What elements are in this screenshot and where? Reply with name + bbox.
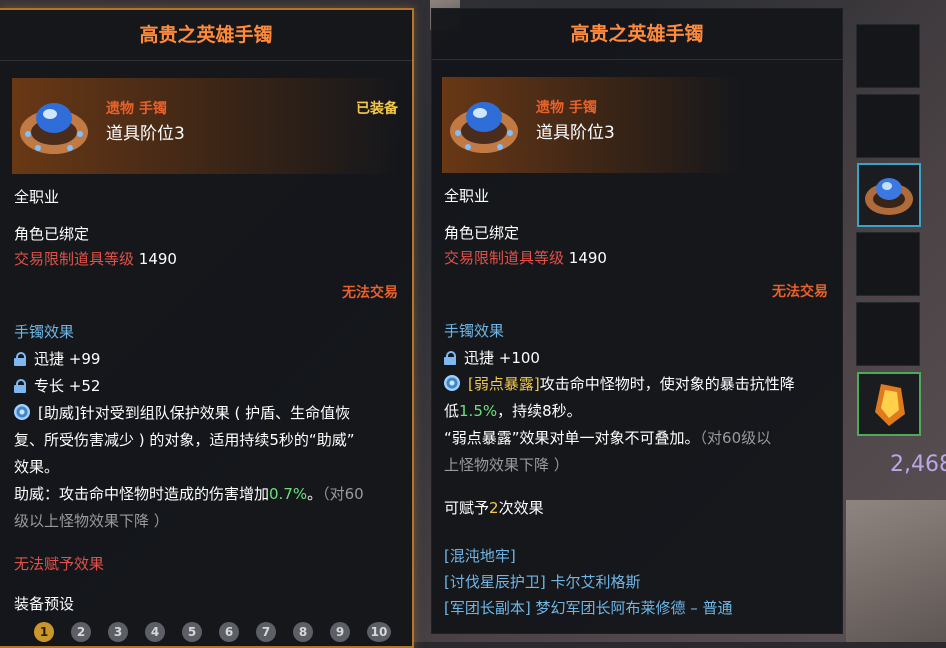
effect-swirl-icon [14,404,30,420]
trade-level-label: 交易限制道具等级 [444,249,565,267]
lock-icon [14,379,26,393]
bracelet-icon [450,102,518,153]
stat-line: 迅捷 +99 [14,348,100,369]
stat-text: 专长 +52 [34,377,101,395]
stat-line: 迅捷 +100 [444,347,540,368]
bracelet-icon [20,103,88,154]
lock-icon [14,352,26,366]
bound-status: 角色已绑定 [444,224,520,242]
trade-level-value: 1490 [138,250,177,268]
compare-item-tooltip: 高贵之英雄手镯 遗物 手镯 道具阶位3 全职业 角色已绑定 交易限制道具等级 1… [431,8,843,634]
no-enchant-label: 无法赋予效果 [14,555,105,573]
preset-button[interactable]: 1 [34,622,54,642]
trade-level: 交易限制道具等级 1490 [14,248,177,269]
bracelet-slot[interactable] [857,163,921,227]
source-link[interactable]: [军团长副本] 梦幻军团长阿布莱修德 – 普通 [444,597,733,618]
inventory-slot[interactable] [856,232,920,296]
class-requirement: 全职业 [14,188,60,206]
source-link[interactable]: [讨伐星辰护卫] 卡尔艾利格斯 [444,571,640,592]
preset-button[interactable]: 4 [145,622,165,642]
preset-button[interactable]: 10 [367,622,391,642]
bracelet-icon [865,178,913,215]
enchant-count: 可赋予2次效果 [444,499,544,517]
crystal-icon [875,384,905,426]
untradeable-label: 无法交易 [342,285,398,301]
effect-header: 手镯效果 [444,322,505,340]
lock-icon [444,351,456,365]
item-title: 高贵之英雄手镯 [0,10,412,61]
trade-level-label: 交易限制道具等级 [14,250,135,268]
preset-button[interactable]: 8 [293,622,313,642]
stat-text: 迅捷 +100 [464,349,540,367]
preset-header: 装备预设 [14,595,75,613]
effect-header: 手镯效果 [14,323,75,341]
item-title: 高贵之英雄手镯 [432,9,842,60]
equipped-badge: 已装备 [356,101,398,117]
inventory-slot[interactable] [856,302,920,366]
special-effect-text: [弱点暴露]攻击命中怪物时，使对象的暴击抗性降 低1.5%，持续8秒。 “弱点暴… [444,375,795,474]
effect-swirl-icon [444,375,460,391]
preset-button[interactable]: 2 [71,622,91,642]
class-requirement: 全职业 [444,187,490,205]
stat-line: 专长 +52 [14,375,100,396]
preset-button[interactable]: 5 [182,622,202,642]
currency-value: 2,468 [890,452,946,477]
preset-button[interactable]: 6 [219,622,239,642]
preset-button[interactable]: 7 [256,622,276,642]
bound-status: 角色已绑定 [14,225,90,243]
preset-button[interactable]: 9 [330,622,350,642]
untradeable-label: 无法交易 [772,284,828,300]
background-stone [846,500,946,642]
inventory-slot[interactable] [856,24,920,88]
inventory-slot[interactable] [856,94,920,158]
item-tier: 道具阶位3 [106,124,185,144]
item-tier: 道具阶位3 [536,123,615,143]
source-link[interactable]: [混沌地牢] [444,545,516,566]
preset-button[interactable]: 3 [108,622,128,642]
special-effect-text: [助威]针对受到组队保护效果 ( 护盾、生命值恢 复、所受伤害减少 ) 的对象，… [14,404,364,530]
trade-level: 交易限制道具等级 1490 [444,247,607,268]
crystal-slot[interactable] [857,372,921,436]
trade-level-value: 1490 [568,249,607,267]
equipped-item-tooltip: 高贵之英雄手镯 遗物 手镯 道具阶位3 已装备 全职业 角色已绑定 交易限制道具… [0,8,414,648]
item-category: 遗物 手镯 [536,100,597,116]
stat-text: 迅捷 +99 [34,350,101,368]
item-category: 遗物 手镯 [106,101,167,117]
